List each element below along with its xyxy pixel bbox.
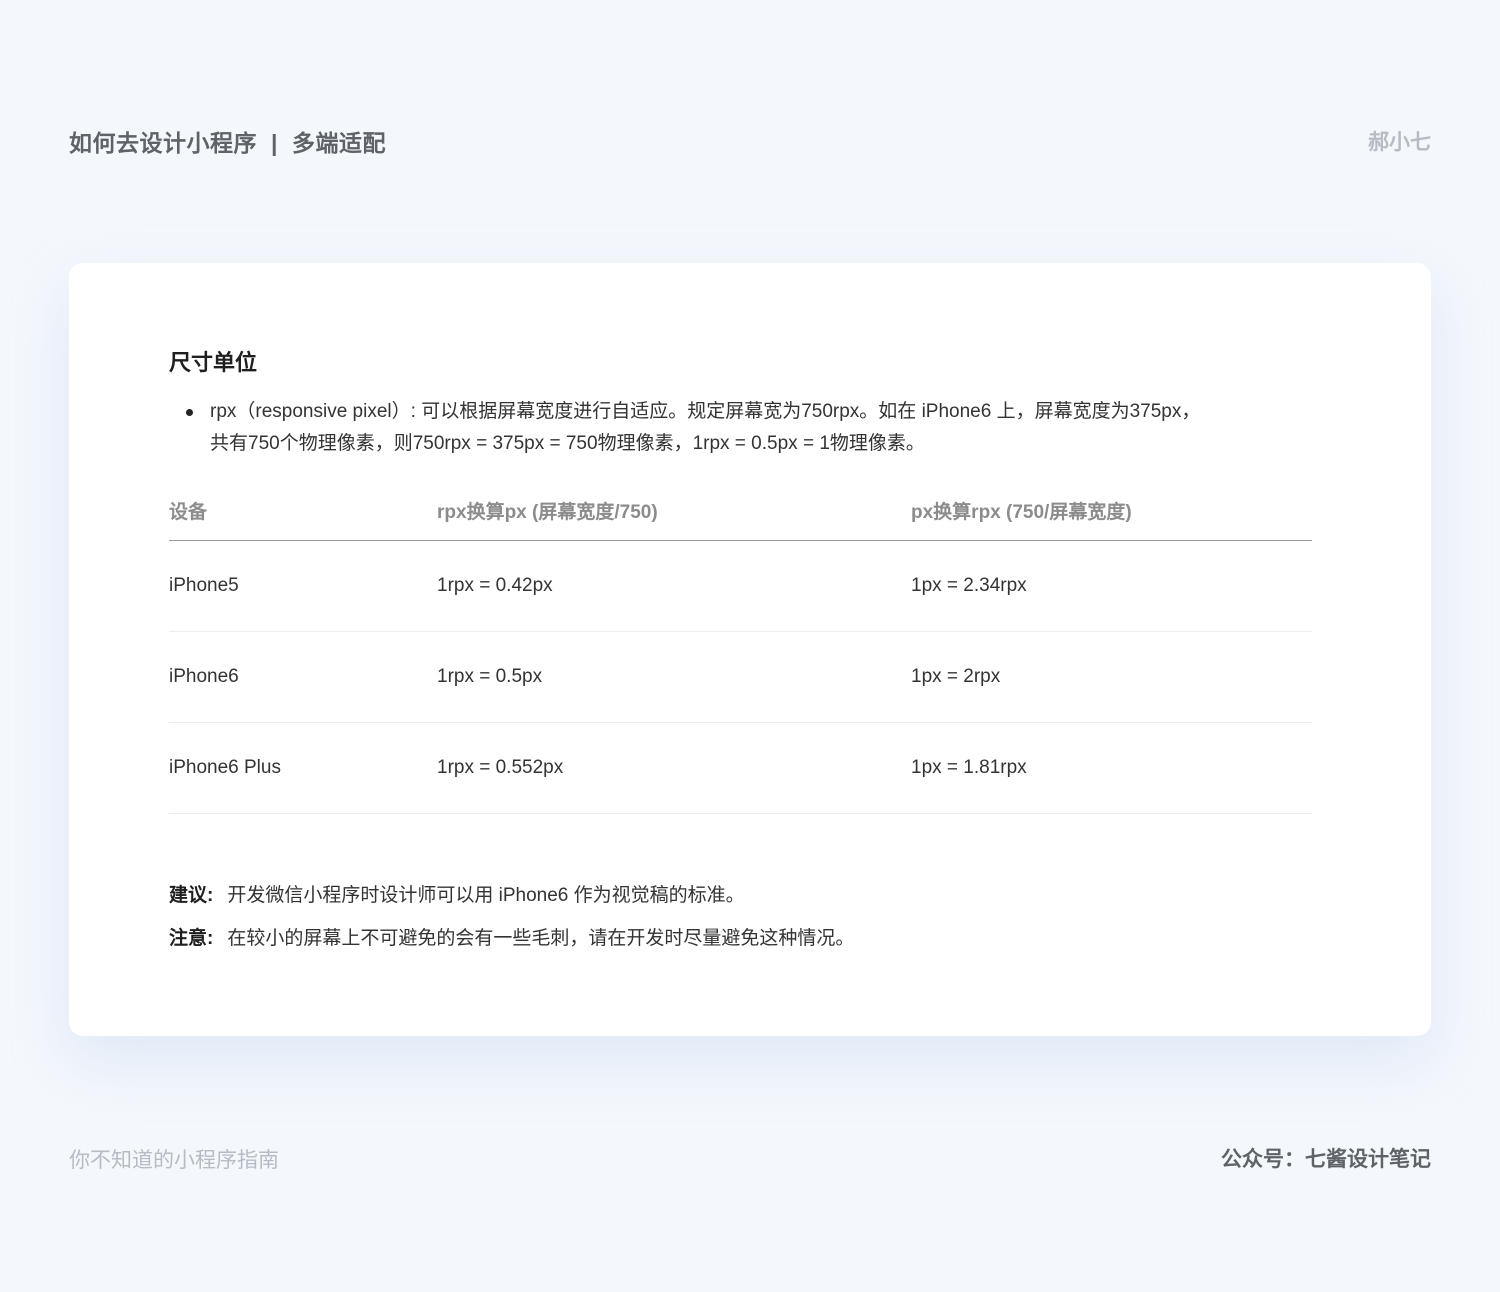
cell-device: iPhone6 bbox=[169, 666, 239, 687]
table-header: 设备 rpx换算px (屏幕宽度/750) px换算rpx (750/屏幕宽度) bbox=[169, 483, 1312, 541]
cell-px-to-rpx: 1px = 1.81rpx bbox=[911, 757, 1027, 778]
conversion-table: 设备 rpx换算px (屏幕宽度/750) px换算rpx (750/屏幕宽度)… bbox=[169, 483, 1312, 814]
note-text: 在较小的屏幕上不可避免的会有一些毛刺，请在开发时尽量避免这种情况。 bbox=[227, 928, 855, 949]
header-px-to-rpx: px换算rpx (750/屏幕宽度) bbox=[911, 502, 1132, 523]
bullet-line-2: 共有750个物理像素，则750rpx = 375px = 750物理像素，1rp… bbox=[210, 433, 925, 454]
cell-px-to-rpx: 1px = 2rpx bbox=[911, 666, 1001, 687]
page-title-main: 如何去设计小程序 bbox=[69, 130, 257, 156]
bullet-dot-icon bbox=[186, 409, 193, 416]
bullet-line-1: rpx（responsive pixel）: 可以根据屏幕宽度进行自适应。规定屏… bbox=[210, 401, 1201, 422]
cell-px-to-rpx: 1px = 2.34rpx bbox=[911, 575, 1027, 596]
footer-guide-title: 你不知道的小程序指南 bbox=[69, 1149, 279, 1172]
note-label: 建议: bbox=[169, 885, 214, 906]
table-row: iPhone6 1rpx = 0.5px 1px = 2rpx bbox=[169, 632, 1312, 723]
header-rpx-to-px: rpx换算px (屏幕宽度/750) bbox=[437, 502, 658, 523]
page-title: 如何去设计小程序 | 多端适配 bbox=[69, 124, 386, 158]
table-row: iPhone5 1rpx = 0.42px 1px = 2.34rpx bbox=[169, 541, 1312, 632]
header-device: 设备 bbox=[169, 502, 208, 523]
cell-rpx-to-px: 1rpx = 0.42px bbox=[437, 575, 553, 596]
table-row: iPhone6 Plus 1rpx = 0.552px 1px = 1.81rp… bbox=[169, 723, 1312, 814]
note-text: 开发微信小程序时设计师可以用 iPhone6 作为视觉稿的标准。 bbox=[227, 885, 745, 906]
note-label: 注意: bbox=[169, 928, 214, 949]
page-title-sub: 多端适配 bbox=[291, 130, 386, 156]
section-title: 尺寸单位 bbox=[169, 350, 258, 375]
cell-device: iPhone5 bbox=[169, 575, 239, 596]
note-suggestion: 建议: 开发微信小程序时设计师可以用 iPhone6 作为视觉稿的标准。 bbox=[169, 880, 745, 907]
cell-device: iPhone6 Plus bbox=[169, 757, 281, 778]
footer-account-name: 公众号：七酱设计笔记 bbox=[1221, 1148, 1431, 1171]
cell-rpx-to-px: 1rpx = 0.5px bbox=[437, 666, 543, 687]
note-caution: 注意: 在较小的屏幕上不可避免的会有一些毛刺，请在开发时尽量避免这种情况。 bbox=[169, 923, 854, 950]
title-separator: | bbox=[271, 130, 278, 156]
cell-rpx-to-px: 1rpx = 0.552px bbox=[437, 757, 564, 778]
author-name: 郝小七 bbox=[1368, 131, 1431, 154]
bullet-text: rpx（responsive pixel）: 可以根据屏幕宽度进行自适应。规定屏… bbox=[210, 396, 1320, 460]
content-card: 尺寸单位 rpx（responsive pixel）: 可以根据屏幕宽度进行自适… bbox=[69, 263, 1431, 1036]
